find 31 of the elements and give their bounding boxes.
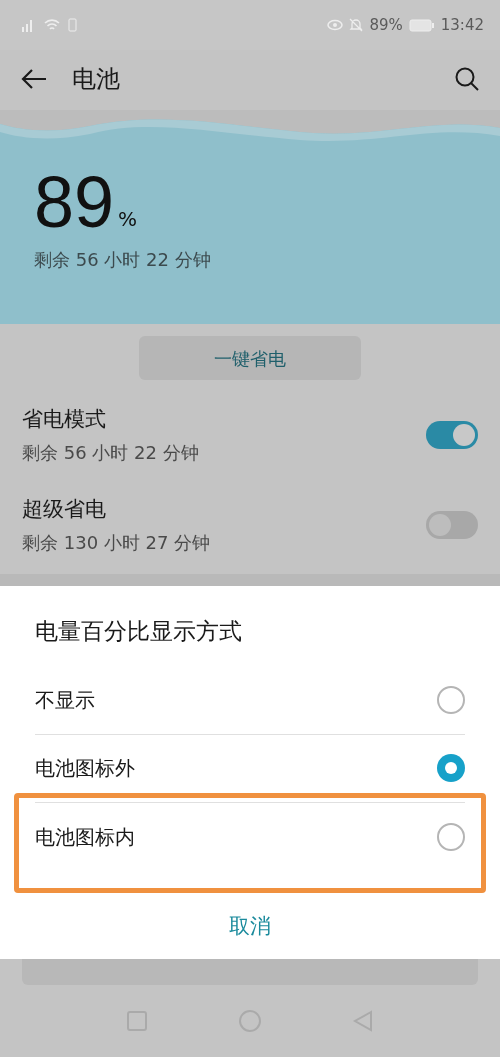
back-nav-icon[interactable] [352, 1010, 374, 1032]
battery-percent: 89% [369, 14, 403, 36]
option-row[interactable]: 不显示 [35, 666, 465, 735]
radio-button[interactable] [437, 686, 465, 714]
option-row[interactable]: 电池图标内 [35, 802, 465, 871]
home-icon[interactable] [238, 1009, 262, 1033]
one-key-save-button[interactable]: 一键省电 [139, 336, 361, 380]
page-title: 电池 [72, 64, 120, 95]
wifi-icon [44, 18, 60, 32]
mode-subtitle: 剩余 130 小时 27 分钟 [22, 531, 211, 556]
cancel-button[interactable]: 取消 [213, 906, 287, 946]
toggle-switch[interactable] [426, 421, 478, 449]
mode-subtitle: 剩余 56 小时 22 分钟 [22, 441, 199, 466]
search-icon[interactable] [454, 66, 480, 92]
battery-icon [408, 18, 435, 32]
mode-title: 超级省电 [22, 495, 107, 523]
recent-apps-icon[interactable] [126, 1010, 148, 1032]
mode-title: 省电模式 [22, 405, 107, 433]
clock: 13:42 [440, 14, 484, 36]
eye-icon [327, 19, 344, 31]
option-row[interactable]: 电池图标外 [35, 734, 465, 803]
radio-button[interactable] [437, 754, 465, 782]
bell-off-icon [349, 18, 364, 32]
back-icon[interactable] [20, 68, 48, 90]
percent-sign: % [118, 206, 138, 233]
sim-icon [68, 18, 77, 32]
toggle-switch[interactable] [426, 511, 478, 539]
radio-button[interactable] [437, 822, 465, 851]
remaining-time: 剩余 56 小时 22 分钟 [34, 248, 211, 272]
dialog-title: 电量百分比显示方式 [35, 617, 243, 646]
battery-level: 89 [34, 166, 115, 238]
